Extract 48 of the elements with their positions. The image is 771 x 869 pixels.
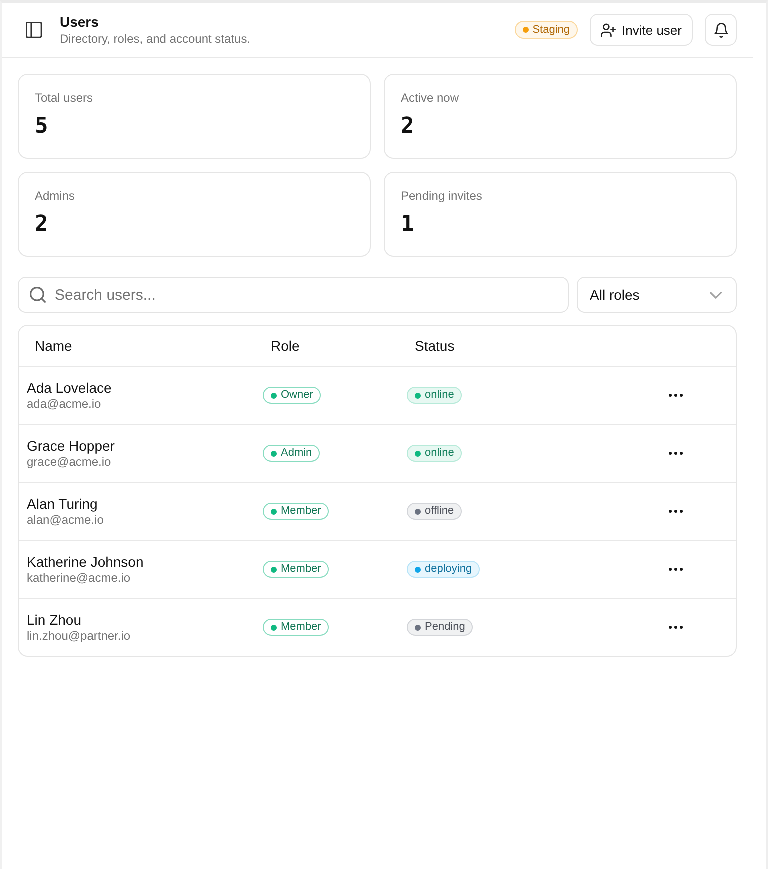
user-name: Katherine Johnson — [27, 554, 144, 570]
status-text: offline — [425, 505, 454, 518]
stat-label: Pending invites — [401, 189, 482, 204]
status-text: online — [425, 389, 454, 402]
user-name: Grace Hopper — [27, 438, 115, 454]
column-header: Role — [271, 338, 300, 354]
role-text: Member — [281, 621, 322, 634]
more-icon — [669, 452, 683, 455]
stat-label: Active now — [401, 91, 460, 106]
user-email: grace@acme.io — [27, 454, 112, 470]
invite-user-button[interactable]: Invite user — [590, 14, 693, 46]
search-icon — [30, 287, 46, 303]
user-email: lin.zhou@partner.io — [27, 628, 131, 644]
stat-value: 2 — [401, 114, 414, 140]
status-text: Pending — [425, 621, 466, 634]
environment-label: Staging — [532, 24, 570, 36]
user-email: alan@acme.io — [27, 512, 104, 528]
column-header: Name — [35, 338, 72, 354]
user-email: ada@acme.io — [27, 396, 102, 412]
user-name: Lin Zhou — [27, 612, 82, 628]
role-text: Admin — [281, 447, 312, 460]
page-title: Users — [60, 14, 99, 30]
more-icon — [669, 394, 683, 397]
status-text: deploying — [425, 563, 472, 576]
role-text: Member — [281, 563, 322, 576]
stat-value: 1 — [401, 212, 414, 238]
stat-label: Total users — [35, 91, 94, 106]
sidebar-toggle-icon[interactable] — [26, 22, 42, 38]
status-text: online — [425, 447, 454, 460]
more-icon — [669, 510, 683, 513]
column-header: Status — [415, 338, 455, 354]
user-name: Alan Turing — [27, 496, 98, 512]
user-plus-icon — [601, 22, 616, 38]
notifications-button[interactable] — [705, 14, 737, 46]
search-field[interactable]: Search users... — [18, 277, 569, 313]
role-text: Member — [281, 505, 322, 518]
role-text: Owner — [281, 389, 314, 402]
more-icon — [669, 626, 683, 629]
stat-label: Admins — [35, 189, 76, 204]
user-email: katherine@acme.io — [27, 570, 131, 586]
stat-value: 5 — [35, 114, 48, 140]
chevron-down-icon — [710, 292, 722, 298]
more-icon — [669, 568, 683, 571]
user-name: Ada Lovelace — [27, 380, 112, 396]
role-select[interactable]: All roles — [577, 277, 737, 313]
bell-icon — [714, 22, 728, 38]
page-subtitle: Directory, roles, and account status. — [60, 30, 251, 46]
stat-value: 2 — [35, 212, 48, 238]
